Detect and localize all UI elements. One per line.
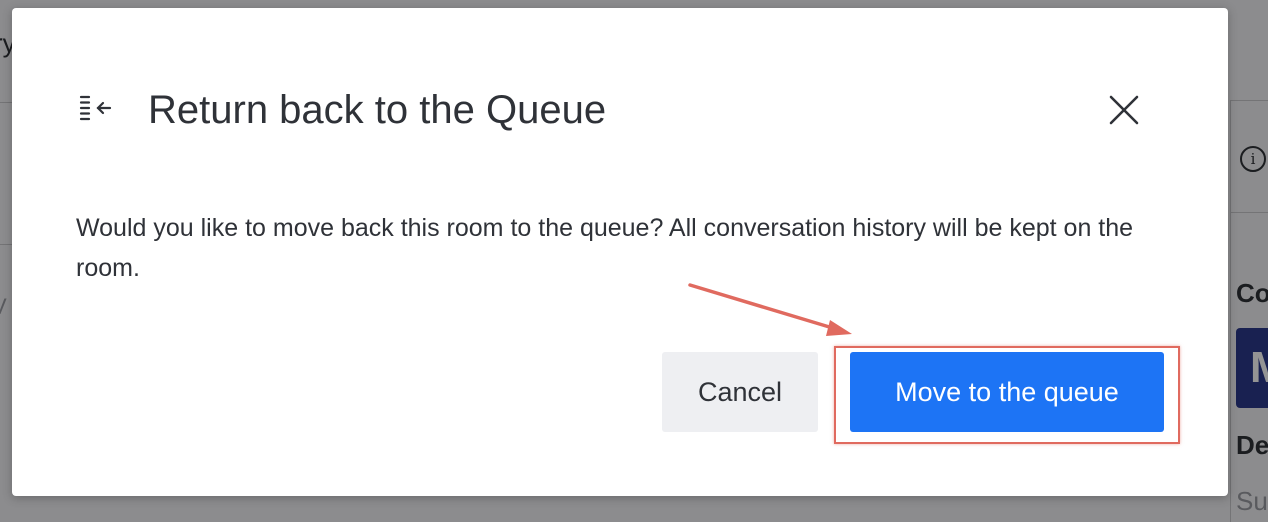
move-to-queue-button[interactable]: Move to the queue	[850, 352, 1164, 432]
return-to-queue-icon	[79, 95, 112, 121]
dialog-title: Return back to the Queue	[148, 88, 607, 132]
return-to-queue-dialog: Return back to the Queue Would you like …	[12, 8, 1228, 496]
close-icon[interactable]	[1104, 90, 1144, 130]
dialog-message: Would you like to move back this room to…	[76, 214, 1134, 282]
cancel-button[interactable]: Cancel	[662, 352, 818, 432]
